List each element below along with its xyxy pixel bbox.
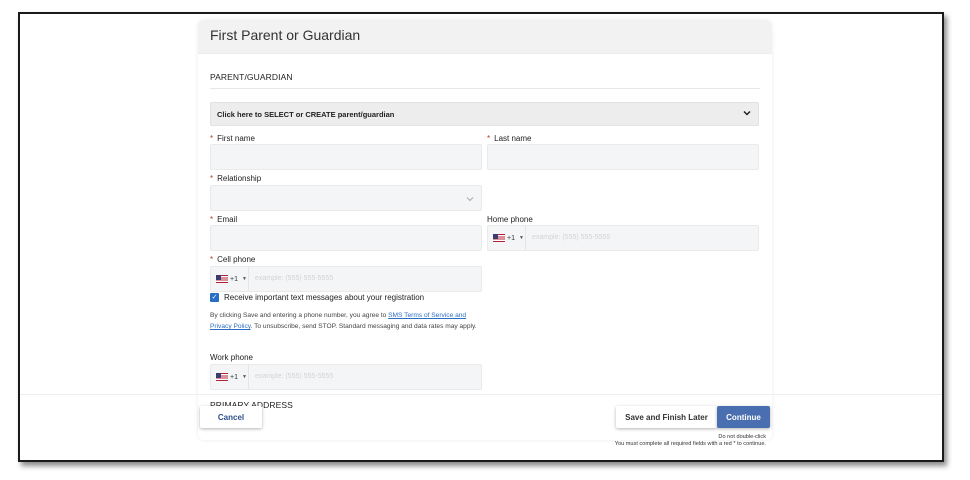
last-name-label: * Last name: [487, 134, 532, 143]
footer-divider: [20, 394, 942, 395]
double-click-note: Do not double-click: [718, 434, 766, 440]
continue-button[interactable]: Continue: [717, 406, 770, 428]
email-label: * Email: [210, 215, 238, 224]
selector-label: Click here to SELECT or CREATE parent/gu…: [217, 110, 395, 119]
country-code-selector[interactable]: +1 ▼: [211, 365, 249, 389]
sms-opt-in-checkbox[interactable]: ✓: [210, 293, 219, 302]
sms-disclaimer: By clicking Save and entering a phone nu…: [210, 312, 477, 330]
section-divider: [210, 88, 760, 89]
phone-placeholder: example: (555) 555-5555: [255, 373, 334, 380]
phone-placeholder: example: (555) 555-5555: [255, 275, 334, 282]
home-phone-label: Home phone: [487, 215, 533, 224]
last-name-input[interactable]: [487, 144, 759, 170]
chevron-down-icon: [743, 110, 751, 116]
parent-guardian-heading: PARENT/GUARDIAN: [210, 72, 293, 82]
chevron-down-icon: [466, 197, 474, 202]
guardian-form-card: First Parent or Guardian PARENT/GUARDIAN…: [198, 20, 772, 440]
app-window: First Parent or Guardian PARENT/GUARDIAN…: [18, 12, 944, 462]
relationship-select[interactable]: [210, 185, 482, 211]
us-flag-icon: [493, 234, 505, 242]
country-code-selector[interactable]: +1 ▼: [488, 226, 526, 250]
caret-down-icon: ▼: [518, 235, 524, 241]
phone-placeholder: example: (555) 555-5555: [532, 234, 611, 241]
required-fields-note: You must complete all required fields wi…: [614, 441, 766, 447]
caret-down-icon: ▼: [241, 276, 247, 282]
home-phone-input[interactable]: +1 ▼ example: (555) 555-5555: [487, 225, 759, 251]
cell-phone-input[interactable]: +1 ▼ example: (555) 555-5555: [210, 266, 482, 292]
caret-down-icon: ▼: [241, 374, 247, 380]
work-phone-input[interactable]: +1 ▼ example: (555) 555-5555: [210, 364, 482, 390]
save-and-finish-later-button[interactable]: Save and Finish Later: [616, 406, 717, 428]
us-flag-icon: [216, 373, 228, 381]
email-input[interactable]: [210, 225, 482, 251]
first-name-input[interactable]: [210, 144, 482, 170]
country-code-selector[interactable]: +1 ▼: [211, 267, 249, 291]
checkmark-icon: ✓: [211, 294, 218, 301]
card-header: First Parent or Guardian: [198, 20, 772, 54]
work-phone-label: Work phone: [210, 353, 253, 362]
relationship-label: * Relationship: [210, 174, 262, 183]
parent-guardian-selector[interactable]: Click here to SELECT or CREATE parent/gu…: [210, 102, 759, 126]
first-name-label: * First name: [210, 134, 255, 143]
cancel-button[interactable]: Cancel: [200, 406, 262, 428]
cell-phone-label: * Cell phone: [210, 255, 256, 264]
us-flag-icon: [216, 275, 228, 283]
sms-opt-in-label: Receive important text messages about yo…: [224, 293, 425, 302]
card-title: First Parent or Guardian: [210, 27, 361, 43]
